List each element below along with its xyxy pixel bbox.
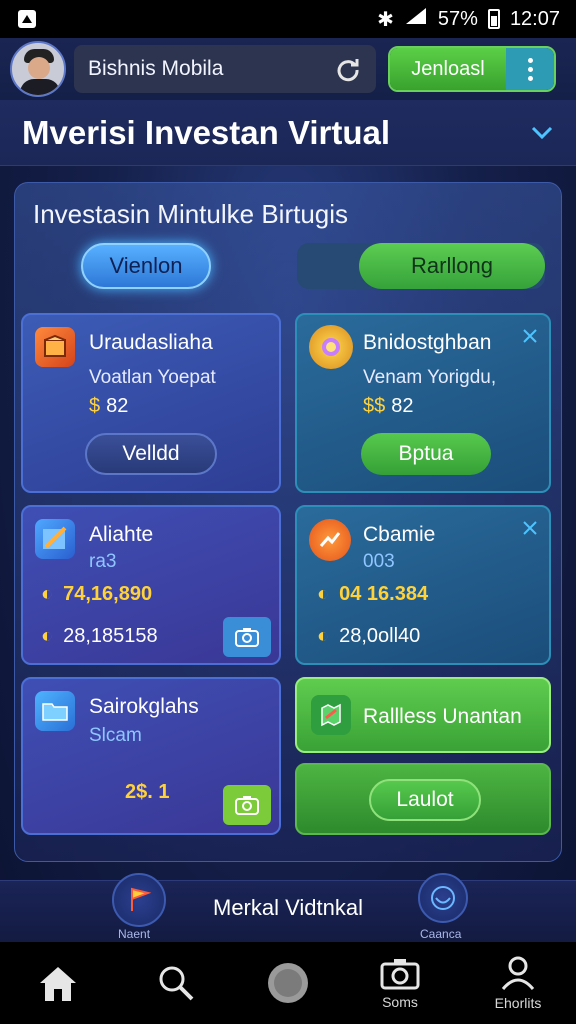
camera-icon — [380, 959, 420, 990]
primary-action-button[interactable]: Rallless Unantan — [295, 677, 551, 753]
nav-home[interactable] — [10, 942, 106, 1024]
download-label: Jenloasl — [390, 48, 506, 90]
stat-row: ◐ 28,185158 — [41, 625, 158, 648]
close-icon[interactable] — [521, 519, 539, 537]
notification-icon — [16, 8, 38, 30]
coin-icon: ◐ — [41, 625, 54, 647]
coin-icon: ◐ — [317, 583, 330, 605]
investment-card[interactable]: Aliahte ra3 ◐ 74,16,890 ◐ 28,185158 — [21, 505, 281, 665]
more-options-icon[interactable] — [506, 48, 554, 90]
app-name-bar: Bishnis Mobila — [74, 45, 376, 93]
app-name: Bishnis Mobila — [88, 57, 224, 80]
card-price: $$ 82 — [363, 395, 414, 418]
profile-icon — [501, 956, 535, 990]
card-action-button[interactable]: Bptua — [361, 433, 491, 475]
nav-label: Ehorlits — [494, 995, 542, 1011]
card-title: Sairokglahs — [89, 695, 199, 718]
currency-symbol: $ — [89, 395, 101, 417]
home-icon — [40, 967, 76, 1001]
panel-title: Investasin Mintulke Birtugis — [33, 199, 349, 229]
nav-search[interactable] — [128, 942, 224, 1024]
map-icon — [311, 695, 351, 735]
card-subtitle: ra3 — [89, 551, 117, 572]
page-title: Mverisi Investan Virtual — [22, 113, 391, 151]
stat-value: 28,185158 — [63, 625, 158, 647]
price-value: 2$. 1 — [125, 781, 170, 803]
battery-percent: 57% — [437, 7, 478, 30]
bluetooth-icon: ✱ — [377, 8, 394, 31]
top-header: Bishnis Mobila Jenloasl — [0, 38, 576, 100]
coin-icon: ◐ — [41, 583, 54, 605]
card-subtitle: Venam Yorigdu, — [363, 367, 497, 388]
primary-action-label: Rallless Unantan — [363, 705, 522, 728]
card-subtitle: Voatlan Yoepat — [89, 367, 216, 388]
card-title: Bnidostghban — [363, 331, 492, 354]
stat-value: 04 16.384 — [339, 583, 429, 605]
stat-row: ◐ 04 16.384 — [317, 583, 428, 606]
trend-icon — [309, 519, 351, 561]
nav-profile[interactable]: Ehorlits — [470, 942, 566, 1024]
card-price: $82 — [89, 395, 128, 418]
card-subtitle: Slcam — [89, 725, 142, 746]
chart-icon — [35, 519, 75, 559]
camera-icon[interactable] — [223, 617, 271, 657]
search-icon — [159, 966, 194, 1001]
investment-card[interactable]: Bnidostghban Venam Yorigdu, $$ 82 Bptua — [295, 313, 551, 493]
bottom-strip-title: Merkal Vidtnkal — [213, 895, 363, 920]
camera-icon[interactable] — [223, 785, 271, 825]
bottom-strip: Naent Merkal Vidtnkal Caanca — [0, 873, 576, 942]
refresh-icon[interactable] — [334, 55, 362, 83]
price-value: 82 — [106, 395, 129, 417]
stat-value: 28,0oll40 — [339, 625, 421, 647]
card-subtitle: 003 — [363, 551, 395, 572]
clock: 12:07 — [509, 7, 560, 30]
investment-card[interactable]: Uraudasliaha Voatlan Yoepat $82 Velldd — [21, 313, 281, 493]
coin-icon — [309, 325, 353, 369]
nav-label: Soms — [382, 994, 418, 1010]
investment-panel: Investasin Mintulke Birtugis Vienlon Rar… — [14, 182, 562, 862]
signal-icon — [404, 6, 428, 32]
nav-center[interactable] — [240, 942, 336, 1024]
right-tab-label: Caanca — [420, 927, 462, 941]
card-title: Cbamie — [363, 523, 436, 546]
left-tab-label: Naent — [118, 927, 151, 941]
tab-vienlon[interactable]: Vienlon — [81, 243, 211, 289]
title-row: Mverisi Investan Virtual — [0, 100, 576, 166]
battery-icon — [487, 9, 500, 29]
record-icon — [268, 963, 308, 1003]
close-icon[interactable] — [521, 327, 539, 345]
price-value: 82 — [391, 395, 414, 417]
secondary-action-container: Laulot — [295, 763, 551, 835]
avatar[interactable] — [10, 41, 66, 97]
investment-card[interactable]: Cbamie 003 ◐ 04 16.384 ◐ 28,0oll40 — [295, 505, 551, 665]
card-title: Uraudasliaha — [89, 331, 213, 354]
stat-row: ◐ 28,0oll40 — [317, 625, 420, 648]
card-title: Aliahte — [89, 523, 154, 546]
folder-icon — [35, 691, 75, 731]
currency-symbol: $$ — [363, 395, 386, 417]
coin-icon: ◐ — [317, 625, 330, 647]
stat-row: ◐ 74,16,890 — [41, 583, 152, 606]
chevron-down-icon[interactable] — [530, 121, 554, 145]
investment-card[interactable]: Sairokglahs Slcam 2$. 1 — [21, 677, 281, 835]
stat-value: 74,16,890 — [63, 583, 153, 605]
card-action-button[interactable]: Velldd — [85, 433, 217, 475]
crate-icon — [35, 327, 75, 367]
secondary-action-button[interactable]: Laulot — [369, 779, 481, 821]
nav-bar: Soms Ehorlits — [0, 942, 576, 1024]
card-price: 2$. 1 — [125, 781, 169, 804]
tab-rarllong[interactable]: Rarllong — [359, 243, 545, 289]
download-button[interactable]: Jenloasl — [388, 46, 556, 92]
status-bar: ✱ 57% 12:07 — [0, 0, 576, 38]
globe-icon[interactable] — [418, 873, 468, 923]
nav-camera[interactable]: Soms — [352, 942, 448, 1024]
